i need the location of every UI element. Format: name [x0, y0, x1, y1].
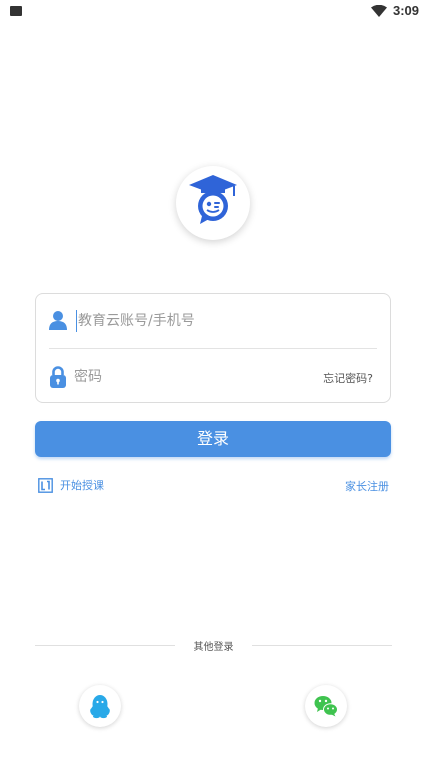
- start-teaching-link[interactable]: 开始授课: [38, 477, 104, 493]
- lock-icon: [50, 366, 66, 388]
- graduation-cap-chat-icon: [189, 175, 237, 224]
- divider-left: [35, 645, 175, 646]
- card-divider: [49, 348, 377, 349]
- login-card: 忘记密码?: [35, 293, 391, 403]
- login-button[interactable]: 登录: [35, 421, 391, 457]
- account-input[interactable]: [76, 310, 368, 332]
- status-bar: 3:09: [0, 0, 427, 24]
- app-logo: [176, 166, 250, 240]
- other-login-label: 其他登录: [193, 642, 234, 653]
- status-time: 3:09: [393, 3, 420, 18]
- user-icon: [49, 311, 67, 330]
- qq-login-button[interactable]: [79, 685, 121, 727]
- wechat-icon: [314, 696, 338, 717]
- wechat-login-button[interactable]: [305, 685, 347, 727]
- password-input[interactable]: [74, 366, 294, 388]
- teaching-board-icon: [38, 477, 53, 493]
- parent-register-link[interactable]: 家长注册: [345, 478, 389, 494]
- start-teaching-label: 开始授课: [60, 479, 104, 492]
- forgot-password-link[interactable]: 忘记密码?: [323, 370, 373, 386]
- wifi-icon: [371, 5, 387, 17]
- qq-icon: [90, 695, 110, 719]
- notification-icon: [10, 6, 22, 16]
- divider-right: [252, 645, 392, 646]
